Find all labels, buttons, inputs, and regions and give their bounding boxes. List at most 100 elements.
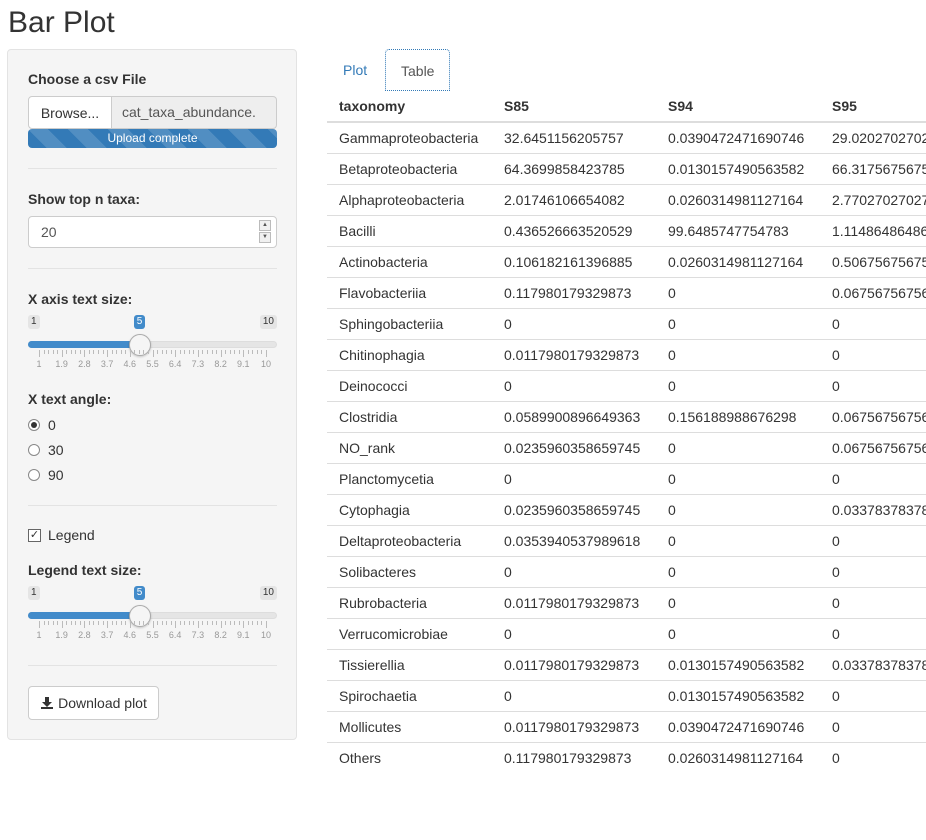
slider-value-label: 5 <box>133 315 146 329</box>
slider-tick <box>175 621 177 628</box>
slider-tick <box>179 621 181 625</box>
table-cell: 0.0260314981127164 <box>656 183 820 215</box>
table-cell: 0.0117980179329873 <box>492 648 656 680</box>
slider-tick-label: 10 <box>260 359 272 369</box>
top-n-input[interactable]: 20 ▲ ▼ <box>28 216 277 248</box>
table-row: Rubrobacteria 0.0117980179329873 0 0 <box>327 586 926 618</box>
slider-tick <box>84 621 86 628</box>
table-cell: Deltaproteobacteria <box>327 524 492 556</box>
table-cell: 0 <box>492 369 656 401</box>
filename-field[interactable]: cat_taxa_abundance. <box>112 96 277 129</box>
legend-checkbox-row[interactable]: ✓ Legend <box>28 527 95 543</box>
slider-tick <box>61 621 63 628</box>
slider-tick <box>225 350 227 354</box>
table-cell: 0 <box>820 679 926 711</box>
slider-tick <box>266 621 267 628</box>
slider-tick <box>57 350 59 354</box>
table-row: Solibacteres 0 0 0 <box>327 555 926 587</box>
slider-tick <box>129 350 131 357</box>
slider-tick <box>206 350 208 354</box>
table-row: Gammaproteobacteria 32.6451156205757 0.039… <box>327 121 926 153</box>
radio-button[interactable] <box>28 444 40 456</box>
divider <box>28 505 277 506</box>
table-cell: 0.0260314981127164 <box>656 741 820 773</box>
slider-tick <box>111 350 113 354</box>
slider-tick <box>98 621 100 625</box>
slider-tick-label: 8.2 <box>214 359 227 369</box>
slider-tick <box>147 350 149 354</box>
slider-tick <box>88 350 90 354</box>
spin-up-icon[interactable]: ▲ <box>259 220 271 231</box>
slider-tick <box>202 621 204 625</box>
tab-table[interactable]: Table <box>385 49 451 91</box>
slider-tick <box>43 350 45 354</box>
table-cell: 0 <box>656 307 820 339</box>
number-spinner[interactable]: ▲ ▼ <box>259 220 271 244</box>
column-header[interactable]: S95 <box>820 91 926 123</box>
table-cell: Clostridia <box>327 400 492 432</box>
slider-tick-label: 8.2 <box>214 630 227 640</box>
slider-tick <box>157 350 159 354</box>
slider-tick <box>147 621 149 625</box>
table-cell: Betaproteobacteria <box>327 152 492 184</box>
column-header[interactable]: S85 <box>492 91 656 123</box>
tab-bar: Plot Table <box>327 49 926 91</box>
table-cell: 2.01746106654082 <box>492 183 656 215</box>
slider-tick <box>116 621 118 625</box>
slider-tick <box>229 350 231 354</box>
slider-tick <box>175 350 177 357</box>
page-title: Bar Plot <box>8 6 115 39</box>
slider-tick <box>48 350 50 354</box>
slider-tick <box>193 350 195 354</box>
slider-tick-label: 6.4 <box>168 630 182 640</box>
table-cell: Bacilli <box>327 214 492 246</box>
table-cell: Cytophagia <box>327 493 492 525</box>
table-cell: 0 <box>656 555 820 587</box>
slider-tick <box>170 621 172 625</box>
legend-size-slider[interactable]: 1 5 10 1 1.9 2.8 3.7 4.6 5.5 6.4 7.3 8.2 9.1 10 <box>28 586 277 646</box>
file-input-label: Choose a csv File <box>28 71 147 87</box>
slider-tick <box>52 350 54 354</box>
slider-tick <box>238 350 240 354</box>
slider-tick <box>88 621 90 625</box>
table-cell: 0 <box>656 338 820 370</box>
slider-tick <box>120 350 122 354</box>
column-header[interactable]: S94 <box>656 91 820 123</box>
slider-tick <box>75 621 77 625</box>
legend-checkbox[interactable]: ✓ <box>28 528 41 542</box>
browse-button[interactable]: Browse... <box>28 96 112 129</box>
radio-button[interactable] <box>28 469 40 481</box>
table-cell: 0 <box>820 369 926 401</box>
angle-option-30[interactable]: 30 <box>28 441 64 459</box>
table-cell: Gammaproteobacteria <box>327 121 492 153</box>
tab-plot[interactable]: Plot <box>328 49 382 91</box>
divider <box>28 168 277 169</box>
table-cell: 29.0202702702 <box>820 121 926 153</box>
table-cell: 0.50675675675 <box>820 245 926 277</box>
table-cell: 0.0260314981127164 <box>656 245 820 277</box>
spin-down-icon[interactable]: ▼ <box>259 232 271 243</box>
slider-tick <box>225 621 227 625</box>
table-cell: 0.0130157490563582 <box>656 679 820 711</box>
angle-option-90[interactable]: 90 <box>28 466 64 484</box>
table-cell: 0 <box>820 617 926 649</box>
download-plot-button[interactable]: Download plot <box>28 686 159 720</box>
slider-tick-label: 4.6 <box>123 630 137 640</box>
table-cell: 0.0130157490563582 <box>656 152 820 184</box>
top-n-value: 20 <box>41 224 57 240</box>
table-header-row: taxonomy S85 S94 S95 <box>327 91 926 123</box>
table-cell: 0.117980179329873 <box>492 276 656 308</box>
slider-tick <box>66 350 68 354</box>
slider-tick <box>111 621 113 625</box>
radio-button-selected[interactable] <box>28 419 40 431</box>
table-cell: NO_rank <box>327 431 492 463</box>
x-axis-size-label: X axis text size: <box>28 291 133 307</box>
data-table: taxonomy S85 S94 S95 Gammaproteobacteria 32.… <box>327 91 926 773</box>
angle-label: X text angle: <box>28 391 112 407</box>
x-axis-size-slider[interactable]: 1 5 10 1 1.9 2.8 3.7 4.6 5.5 6.4 7.3 8.2 9.1 10 <box>28 315 277 375</box>
angle-option-0[interactable]: 0 <box>28 416 56 434</box>
slider-tick <box>256 350 258 354</box>
slider-tick-labels: 1 1.9 2.8 3.7 4.6 5.5 6.4 7.3 8.2 9.1 10 <box>28 630 277 642</box>
table-cell: 0 <box>820 741 926 773</box>
column-header[interactable]: taxonomy <box>327 91 492 123</box>
